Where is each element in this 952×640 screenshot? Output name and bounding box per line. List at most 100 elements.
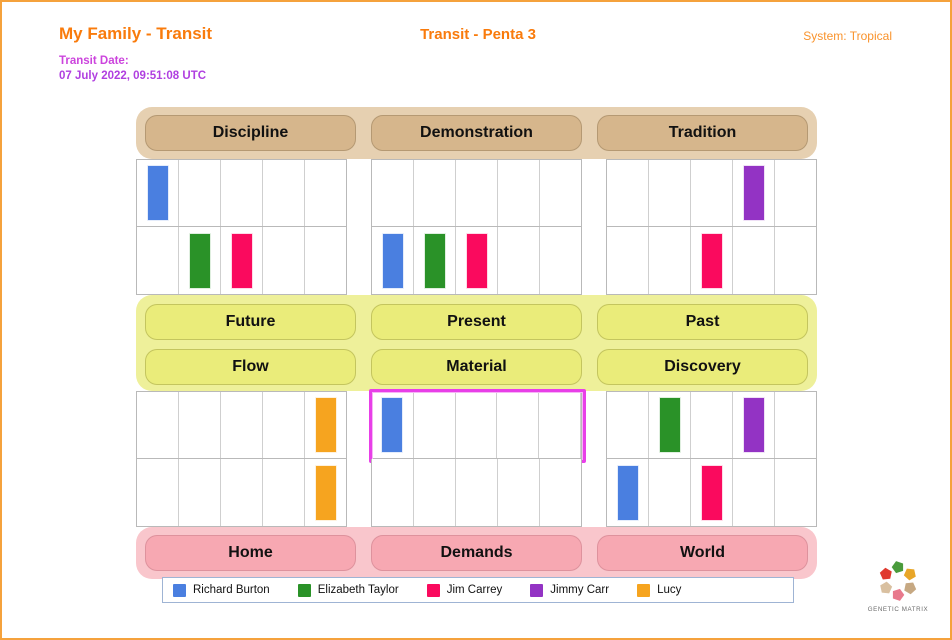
grid-cell-filled[interactable] bbox=[733, 392, 775, 458]
grid-cell-empty[interactable] bbox=[649, 227, 691, 294]
grid-cell-filled[interactable] bbox=[305, 392, 346, 458]
band-mid-pill-0-2[interactable]: Past bbox=[597, 304, 808, 340]
activation-bar[interactable] bbox=[742, 165, 765, 221]
activation-bar[interactable] bbox=[188, 232, 211, 289]
grid-cell-empty[interactable] bbox=[372, 459, 414, 526]
grid-cell-empty[interactable] bbox=[263, 160, 305, 226]
grid-cell-filled[interactable] bbox=[305, 459, 346, 526]
system-label: System: Tropical bbox=[803, 29, 892, 43]
activation-bar[interactable] bbox=[314, 397, 337, 453]
band-top-pill-1[interactable]: Demonstration bbox=[371, 115, 582, 151]
grid-cell-empty[interactable] bbox=[263, 227, 305, 294]
legend-swatch-icon bbox=[530, 583, 544, 597]
grid-cell-empty[interactable] bbox=[179, 459, 221, 526]
transit-date-label: Transit Date: bbox=[59, 55, 129, 67]
band-mid-pill-1-2[interactable]: Discovery bbox=[597, 349, 808, 385]
grid-cell-empty[interactable] bbox=[305, 227, 346, 294]
grid-cell-empty[interactable] bbox=[456, 160, 498, 226]
band-bottom-pill-1[interactable]: Demands bbox=[371, 535, 582, 571]
grid-cell-empty[interactable] bbox=[649, 459, 691, 526]
grid-cell-empty[interactable] bbox=[498, 227, 540, 294]
grid-cell-empty[interactable] bbox=[137, 392, 179, 458]
band-top-pill-2[interactable]: Tradition bbox=[597, 115, 808, 151]
band-mid-pill-1-0[interactable]: Flow bbox=[145, 349, 356, 385]
grid-cell-empty[interactable] bbox=[607, 227, 649, 294]
grid-cell-filled[interactable] bbox=[607, 459, 649, 526]
activation-bar[interactable] bbox=[742, 397, 765, 453]
grid-cell-empty[interactable] bbox=[456, 392, 498, 458]
band-mid-pill-0-0[interactable]: Future bbox=[145, 304, 356, 340]
grid-cell-empty[interactable] bbox=[540, 459, 581, 526]
grid-cell-empty[interactable] bbox=[691, 160, 733, 226]
legend-item[interactable]: Richard Burton bbox=[173, 583, 270, 597]
grid-cell-empty[interactable] bbox=[456, 459, 498, 526]
grid-cell-filled[interactable] bbox=[649, 392, 691, 458]
grid-row bbox=[136, 227, 817, 295]
grid-cell-empty[interactable] bbox=[414, 392, 456, 458]
grid-cell-empty[interactable] bbox=[775, 160, 816, 226]
grid-cell-empty[interactable] bbox=[179, 160, 221, 226]
activation-bar[interactable] bbox=[423, 232, 446, 289]
grid-cell-empty[interactable] bbox=[305, 160, 346, 226]
grid-cell-empty[interactable] bbox=[263, 459, 305, 526]
grid-cell-empty[interactable] bbox=[137, 459, 179, 526]
band-middle: Future Present Past Flow Material Discov… bbox=[136, 295, 817, 391]
grid-cell-filled[interactable] bbox=[414, 227, 456, 294]
grid-cell-empty[interactable] bbox=[221, 459, 263, 526]
band-mid-pill-0-1[interactable]: Present bbox=[371, 304, 582, 340]
grid-group bbox=[136, 159, 347, 227]
legend-item[interactable]: Elizabeth Taylor bbox=[297, 583, 399, 597]
grid-cell-empty[interactable] bbox=[775, 227, 816, 294]
grid-cell-empty[interactable] bbox=[691, 392, 733, 458]
legend-item[interactable]: Jimmy Carr bbox=[530, 583, 609, 597]
activation-bar[interactable] bbox=[465, 232, 488, 289]
grid-cell-filled[interactable] bbox=[221, 227, 263, 294]
activation-bar[interactable] bbox=[381, 232, 404, 289]
grid-cell-empty[interactable] bbox=[221, 392, 263, 458]
activation-bar[interactable] bbox=[700, 232, 723, 289]
legend-item[interactable]: Lucy bbox=[637, 583, 681, 597]
band-bottom-pill-0[interactable]: Home bbox=[145, 535, 356, 571]
grid-cell-empty[interactable] bbox=[540, 227, 581, 294]
band-middle-row-1: Future Present Past bbox=[145, 304, 808, 340]
grid-cell-filled[interactable] bbox=[179, 227, 221, 294]
grid-cell-empty[interactable] bbox=[497, 392, 540, 458]
grid-cell-empty[interactable] bbox=[414, 459, 456, 526]
grid-cell-empty[interactable] bbox=[733, 227, 775, 294]
grid-cell-empty[interactable] bbox=[179, 392, 221, 458]
grid-cell-empty[interactable] bbox=[221, 160, 263, 226]
band-top-pill-0[interactable]: Discipline bbox=[145, 115, 356, 151]
activation-bar[interactable] bbox=[230, 232, 253, 289]
grid-cell-filled[interactable] bbox=[137, 160, 179, 226]
activation-bar[interactable] bbox=[616, 464, 639, 521]
grid-cell-empty[interactable] bbox=[607, 160, 649, 226]
activation-bar[interactable] bbox=[314, 464, 337, 521]
grid-cell-filled[interactable] bbox=[691, 227, 733, 294]
grid-cell-empty[interactable] bbox=[649, 160, 691, 226]
grid-cell-empty[interactable] bbox=[137, 227, 179, 294]
activation-bar[interactable] bbox=[146, 165, 169, 221]
activation-bar[interactable] bbox=[381, 397, 404, 453]
grid-cell-filled[interactable] bbox=[691, 459, 733, 526]
grid-cell-filled[interactable] bbox=[733, 160, 775, 226]
grid-cell-filled[interactable] bbox=[372, 392, 414, 458]
band-top: Discipline Demonstration Tradition bbox=[136, 107, 817, 159]
grid-cell-empty[interactable] bbox=[372, 160, 414, 226]
grid-cell-empty[interactable] bbox=[540, 160, 581, 226]
activation-bar[interactable] bbox=[658, 397, 681, 453]
grid-cell-empty[interactable] bbox=[263, 392, 305, 458]
activation-bar[interactable] bbox=[700, 464, 723, 521]
grid-cell-empty[interactable] bbox=[498, 160, 540, 226]
grid-cell-empty[interactable] bbox=[607, 392, 649, 458]
band-bottom-pill-2[interactable]: World bbox=[597, 535, 808, 571]
grid-cell-empty[interactable] bbox=[733, 459, 775, 526]
grid-cell-filled[interactable] bbox=[456, 227, 498, 294]
grid-cell-filled[interactable] bbox=[372, 227, 414, 294]
band-mid-pill-1-1[interactable]: Material bbox=[371, 349, 582, 385]
grid-cell-empty[interactable] bbox=[498, 459, 540, 526]
grid-cell-empty[interactable] bbox=[414, 160, 456, 226]
legend-item[interactable]: Jim Carrey bbox=[426, 583, 502, 597]
grid-cell-empty[interactable] bbox=[775, 392, 816, 458]
grid-cell-empty[interactable] bbox=[539, 392, 581, 458]
grid-cell-empty[interactable] bbox=[775, 459, 816, 526]
